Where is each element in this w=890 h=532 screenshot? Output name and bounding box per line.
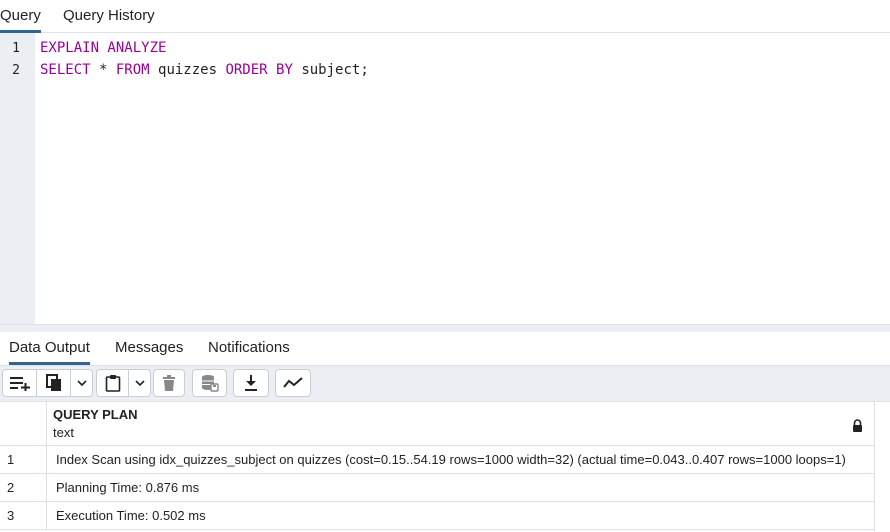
data-output-toolbar: [0, 366, 890, 402]
table-row[interactable]: 1 Index Scan using idx_quizzes_subject o…: [0, 446, 874, 474]
keyword-token: FROM: [115, 62, 150, 78]
line-number-gutter: 1 2: [0, 33, 35, 324]
code-line-1[interactable]: EXPLAIN ANALYZE: [40, 40, 166, 56]
lock-icon: [853, 419, 862, 432]
copy-icon: [45, 374, 61, 391]
code-line-2[interactable]: SELECT * FROM quizzes ORDER BY subject;: [40, 62, 369, 78]
delete-icon: [163, 375, 175, 391]
graph-visualiser-button[interactable]: [275, 369, 311, 397]
grid-right-border: [874, 402, 875, 532]
row-number[interactable]: 3: [0, 502, 47, 529]
line-number: 1: [12, 41, 20, 56]
delete-button[interactable]: [153, 369, 185, 397]
save-data-button[interactable]: [192, 369, 227, 397]
row-number[interactable]: 2: [0, 474, 47, 501]
grid-header: QUERY PLAN text: [0, 402, 874, 446]
download-button[interactable]: [233, 369, 269, 397]
table-cell[interactable]: Index Scan using idx_quizzes_subject on …: [56, 452, 864, 467]
save-data-icon: [201, 375, 219, 392]
code-token: quizzes: [149, 62, 226, 78]
tab-data-output[interactable]: Data Output: [9, 332, 90, 365]
line-number: 2: [12, 63, 20, 78]
tab-messages[interactable]: Messages: [115, 332, 183, 364]
sql-editor[interactable]: 1 2 EXPLAIN ANALYZE SELECT * FROM quizze…: [0, 33, 890, 324]
code-token: *: [90, 62, 116, 78]
add-row-icon: [9, 377, 30, 391]
row-number[interactable]: 1: [0, 446, 47, 473]
add-row-button[interactable]: [2, 369, 37, 397]
download-icon: [245, 375, 257, 391]
table-cell[interactable]: Planning Time: 0.876 ms: [56, 480, 864, 495]
keyword-token: EXPLAIN ANALYZE: [40, 40, 167, 56]
row-number-label: 2: [7, 480, 15, 495]
results-tabs-bar: Data Output Messages Notifications: [0, 332, 890, 366]
panel-splitter[interactable]: [0, 324, 890, 332]
row-number-header[interactable]: [0, 402, 47, 445]
copy-button[interactable]: [37, 369, 71, 397]
paste-options-dropdown[interactable]: [129, 369, 151, 397]
keyword-token: ORDER BY: [225, 62, 293, 78]
tab-query[interactable]: Query: [0, 0, 41, 33]
keyword-token: SELECT: [40, 62, 91, 78]
tab-notifications[interactable]: Notifications: [208, 332, 290, 364]
tab-query-history[interactable]: Query History: [63, 0, 155, 32]
table-row[interactable]: 3 Execution Time: 0.502 ms: [0, 502, 874, 530]
chevron-down-icon: [76, 380, 87, 386]
code-token: subject;: [292, 62, 369, 78]
column-name[interactable]: QUERY PLAN: [53, 407, 138, 422]
graph-icon: [283, 377, 303, 388]
table-row[interactable]: 2 Planning Time: 0.876 ms: [0, 474, 874, 502]
column-type: text: [53, 425, 74, 440]
paste-button[interactable]: [96, 369, 129, 397]
query-tabs-bar: Query Query History: [0, 0, 890, 33]
copy-options-dropdown[interactable]: [71, 369, 93, 397]
row-number-label: 1: [7, 452, 15, 467]
row-number-label: 3: [7, 508, 15, 523]
chevron-down-icon: [134, 380, 145, 386]
paste-icon: [105, 375, 120, 392]
table-cell[interactable]: Execution Time: 0.502 ms: [56, 508, 864, 523]
